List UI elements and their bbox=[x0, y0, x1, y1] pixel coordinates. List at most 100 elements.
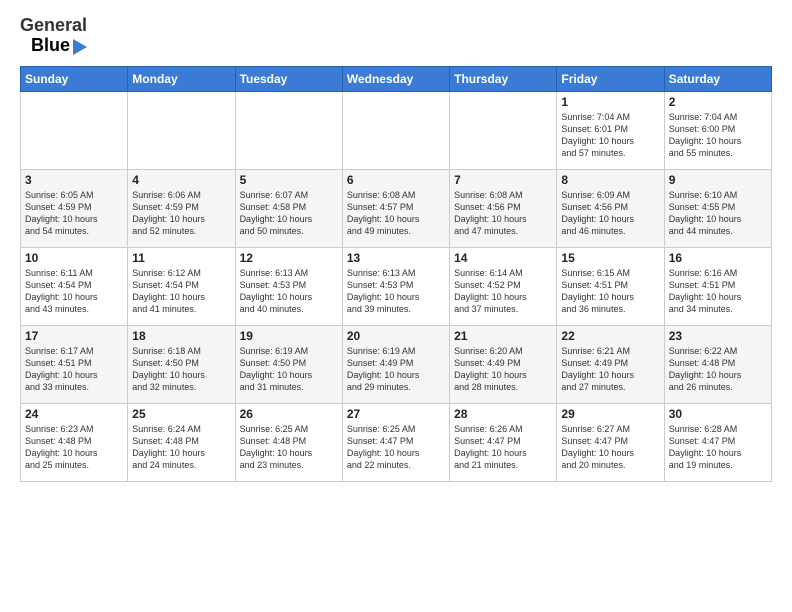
calendar-cell: 29 Sunrise: 6:27 AMSunset: 4:47 PMDayligh… bbox=[557, 403, 664, 481]
calendar-cell bbox=[342, 91, 449, 169]
day-info: Sunrise: 6:11 AMSunset: 4:54 PMDaylight:… bbox=[25, 267, 123, 316]
day-info: Sunrise: 6:05 AMSunset: 4:59 PMDaylight:… bbox=[25, 189, 123, 238]
day-info: Sunrise: 6:25 AMSunset: 4:48 PMDaylight:… bbox=[240, 423, 338, 472]
calendar-cell: 4 Sunrise: 6:06 AMSunset: 4:59 PMDaylight… bbox=[128, 169, 235, 247]
weekday-header-tuesday: Tuesday bbox=[235, 66, 342, 91]
logo-general: General bbox=[20, 15, 87, 35]
calendar-week-row: 24 Sunrise: 6:23 AMSunset: 4:48 PMDayligh… bbox=[21, 403, 772, 481]
day-number: 16 bbox=[669, 251, 767, 265]
calendar-cell: 5 Sunrise: 6:07 AMSunset: 4:58 PMDaylight… bbox=[235, 169, 342, 247]
day-number: 21 bbox=[454, 329, 552, 343]
day-number: 12 bbox=[240, 251, 338, 265]
calendar-cell: 26 Sunrise: 6:25 AMSunset: 4:48 PMDayligh… bbox=[235, 403, 342, 481]
logo-text: General bbox=[20, 16, 87, 36]
day-info: Sunrise: 6:24 AMSunset: 4:48 PMDaylight:… bbox=[132, 423, 230, 472]
logo-blue: Blue bbox=[31, 36, 70, 56]
day-info: Sunrise: 6:08 AMSunset: 4:57 PMDaylight:… bbox=[347, 189, 445, 238]
day-number: 15 bbox=[561, 251, 659, 265]
day-info: Sunrise: 6:12 AMSunset: 4:54 PMDaylight:… bbox=[132, 267, 230, 316]
day-number: 18 bbox=[132, 329, 230, 343]
calendar-table: SundayMondayTuesdayWednesdayThursdayFrid… bbox=[20, 66, 772, 482]
weekday-header-saturday: Saturday bbox=[664, 66, 771, 91]
day-number: 13 bbox=[347, 251, 445, 265]
day-number: 11 bbox=[132, 251, 230, 265]
day-number: 8 bbox=[561, 173, 659, 187]
day-info: Sunrise: 6:18 AMSunset: 4:50 PMDaylight:… bbox=[132, 345, 230, 394]
day-info: Sunrise: 6:19 AMSunset: 4:50 PMDaylight:… bbox=[240, 345, 338, 394]
calendar-week-row: 10 Sunrise: 6:11 AMSunset: 4:54 PMDayligh… bbox=[21, 247, 772, 325]
day-number: 1 bbox=[561, 95, 659, 109]
calendar-cell: 25 Sunrise: 6:24 AMSunset: 4:48 PMDayligh… bbox=[128, 403, 235, 481]
calendar-cell: 7Sunrise: 6:08 AMSunset: 4:56 PMDaylight… bbox=[450, 169, 557, 247]
day-info: Sunrise: 6:19 AMSunset: 4:49 PMDaylight:… bbox=[347, 345, 445, 394]
day-number: 4 bbox=[132, 173, 230, 187]
day-number: 25 bbox=[132, 407, 230, 421]
calendar-cell bbox=[128, 91, 235, 169]
logo-arrow-icon bbox=[73, 39, 87, 55]
calendar-cell: 24 Sunrise: 6:23 AMSunset: 4:48 PMDayligh… bbox=[21, 403, 128, 481]
day-info: Sunrise: 6:23 AMSunset: 4:48 PMDaylight:… bbox=[25, 423, 123, 472]
day-info: Sunrise: 6:27 AMSunset: 4:47 PMDaylight:… bbox=[561, 423, 659, 472]
day-info: Sunrise: 6:28 AMSunset: 4:47 PMDaylight:… bbox=[669, 423, 767, 472]
calendar-cell: 19 Sunrise: 6:19 AMSunset: 4:50 PMDayligh… bbox=[235, 325, 342, 403]
day-info: Sunrise: 6:16 AMSunset: 4:51 PMDaylight:… bbox=[669, 267, 767, 316]
calendar-cell: 14Sunrise: 6:14 AMSunset: 4:52 PMDayligh… bbox=[450, 247, 557, 325]
day-number: 3 bbox=[25, 173, 123, 187]
calendar-cell bbox=[450, 91, 557, 169]
calendar-cell: 28 Sunrise: 6:26 AMSunset: 4:47 PMDayligh… bbox=[450, 403, 557, 481]
day-number: 9 bbox=[669, 173, 767, 187]
day-info: Sunrise: 6:13 AMSunset: 4:53 PMDaylight:… bbox=[240, 267, 338, 316]
day-info: Sunrise: 6:09 AMSunset: 4:56 PMDaylight:… bbox=[561, 189, 659, 238]
day-number: 10 bbox=[25, 251, 123, 265]
day-number: 7 bbox=[454, 173, 552, 187]
day-info: Sunrise: 6:10 AMSunset: 4:55 PMDaylight:… bbox=[669, 189, 767, 238]
day-info: Sunrise: 6:14 AMSunset: 4:52 PMDaylight:… bbox=[454, 267, 552, 316]
calendar-cell: 15 Sunrise: 6:15 AMSunset: 4:51 PMDayligh… bbox=[557, 247, 664, 325]
weekday-header-friday: Friday bbox=[557, 66, 664, 91]
calendar-cell: 23 Sunrise: 6:22 AMSunset: 4:48 PMDayligh… bbox=[664, 325, 771, 403]
day-number: 23 bbox=[669, 329, 767, 343]
day-info: Sunrise: 7:04 AMSunset: 6:00 PMDaylight:… bbox=[669, 111, 767, 160]
calendar-cell: 12 Sunrise: 6:13 AMSunset: 4:53 PMDayligh… bbox=[235, 247, 342, 325]
calendar-cell: 10 Sunrise: 6:11 AMSunset: 4:54 PMDayligh… bbox=[21, 247, 128, 325]
day-number: 19 bbox=[240, 329, 338, 343]
day-number: 6 bbox=[347, 173, 445, 187]
calendar-cell: 8 Sunrise: 6:09 AMSunset: 4:56 PMDaylight… bbox=[557, 169, 664, 247]
calendar-cell: 1 Sunrise: 7:04 AMSunset: 6:01 PMDaylight… bbox=[557, 91, 664, 169]
day-number: 30 bbox=[669, 407, 767, 421]
calendar-cell: 3 Sunrise: 6:05 AMSunset: 4:59 PMDaylight… bbox=[21, 169, 128, 247]
day-info: Sunrise: 6:25 AMSunset: 4:47 PMDaylight:… bbox=[347, 423, 445, 472]
calendar-week-row: 3 Sunrise: 6:05 AMSunset: 4:59 PMDaylight… bbox=[21, 169, 772, 247]
calendar-cell: 17Sunrise: 6:17 AMSunset: 4:51 PMDayligh… bbox=[21, 325, 128, 403]
day-number: 22 bbox=[561, 329, 659, 343]
day-number: 5 bbox=[240, 173, 338, 187]
calendar-cell: 16 Sunrise: 6:16 AMSunset: 4:51 PMDayligh… bbox=[664, 247, 771, 325]
day-info: Sunrise: 6:21 AMSunset: 4:49 PMDaylight:… bbox=[561, 345, 659, 394]
day-info: Sunrise: 6:07 AMSunset: 4:58 PMDaylight:… bbox=[240, 189, 338, 238]
calendar-cell: 13Sunrise: 6:13 AMSunset: 4:53 PMDayligh… bbox=[342, 247, 449, 325]
day-number: 28 bbox=[454, 407, 552, 421]
header: General Blue bbox=[20, 16, 772, 56]
day-number: 27 bbox=[347, 407, 445, 421]
day-number: 29 bbox=[561, 407, 659, 421]
weekday-header-sunday: Sunday bbox=[21, 66, 128, 91]
calendar-week-row: 17Sunrise: 6:17 AMSunset: 4:51 PMDayligh… bbox=[21, 325, 772, 403]
calendar-cell: 18 Sunrise: 6:18 AMSunset: 4:50 PMDayligh… bbox=[128, 325, 235, 403]
calendar-week-row: 1 Sunrise: 7:04 AMSunset: 6:01 PMDaylight… bbox=[21, 91, 772, 169]
weekday-header-thursday: Thursday bbox=[450, 66, 557, 91]
calendar-cell bbox=[21, 91, 128, 169]
calendar-header-row: SundayMondayTuesdayWednesdayThursdayFrid… bbox=[21, 66, 772, 91]
day-number: 26 bbox=[240, 407, 338, 421]
weekday-header-wednesday: Wednesday bbox=[342, 66, 449, 91]
day-info: Sunrise: 6:26 AMSunset: 4:47 PMDaylight:… bbox=[454, 423, 552, 472]
page: General Blue SundayMondayTuesdayWednesda… bbox=[0, 0, 792, 492]
calendar-cell: 30 Sunrise: 6:28 AMSunset: 4:47 PMDayligh… bbox=[664, 403, 771, 481]
day-number: 24 bbox=[25, 407, 123, 421]
calendar-cell: 27 Sunrise: 6:25 AMSunset: 4:47 PMDayligh… bbox=[342, 403, 449, 481]
day-number: 2 bbox=[669, 95, 767, 109]
day-info: Sunrise: 7:04 AMSunset: 6:01 PMDaylight:… bbox=[561, 111, 659, 160]
calendar-cell: 21Sunrise: 6:20 AMSunset: 4:49 PMDayligh… bbox=[450, 325, 557, 403]
day-info: Sunrise: 6:22 AMSunset: 4:48 PMDaylight:… bbox=[669, 345, 767, 394]
day-info: Sunrise: 6:06 AMSunset: 4:59 PMDaylight:… bbox=[132, 189, 230, 238]
day-info: Sunrise: 6:15 AMSunset: 4:51 PMDaylight:… bbox=[561, 267, 659, 316]
